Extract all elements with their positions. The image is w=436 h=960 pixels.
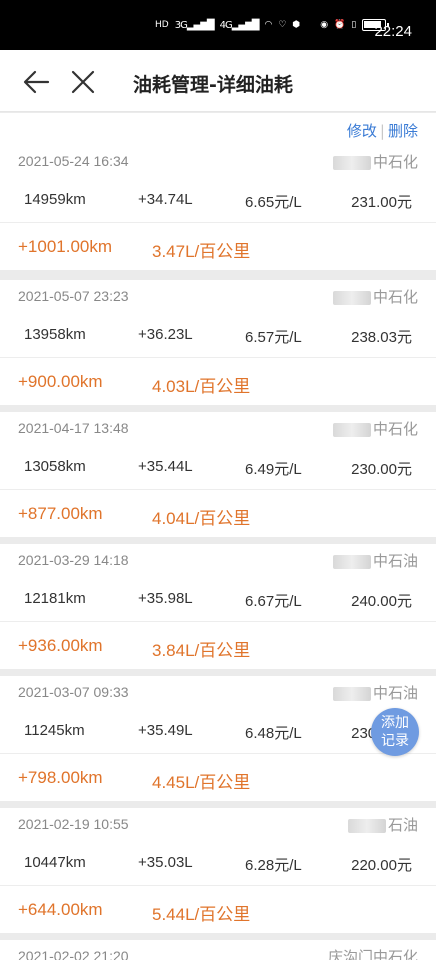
back-button[interactable]: [22, 68, 52, 96]
distance-driven: +1001.00km: [18, 237, 113, 256]
station-name: 中石化: [332, 151, 418, 172]
fuel-cost: 240.00元: [351, 593, 412, 610]
vibrate-icon: ▯: [351, 20, 357, 30]
distance-driven: +644.00km: [18, 900, 103, 919]
eye-icon: ◉: [320, 20, 329, 30]
fuel-volume: +35.03L: [138, 854, 193, 871]
station-name: 庆沟门中石化: [327, 948, 418, 960]
fuel-consumption: 4.04L/百公里: [152, 509, 251, 528]
station-name: 中石油: [332, 682, 418, 703]
record-date: 2021-02-02 21:20: [18, 948, 129, 960]
record-date: 2021-02-19 10:55: [18, 816, 129, 832]
fuel-price: 6.65元/L: [245, 194, 302, 211]
record-date: 2021-04-17 13:48: [18, 420, 129, 436]
page-title: 油耗管理-详细油耗: [133, 74, 293, 96]
odometer-value: 13058km: [24, 458, 86, 475]
station-name: 中石化: [332, 286, 418, 307]
fuel-volume: +35.44L: [138, 458, 193, 475]
fuel-cost: 231.00元: [351, 194, 412, 211]
fuel-consumption: 3.84L/百公里: [152, 641, 251, 660]
record-date: 2021-05-24 16:34: [18, 153, 129, 169]
clock: 22:24: [374, 23, 412, 40]
station-name: 石油: [347, 814, 418, 835]
fuel-consumption: 5.44L/百公里: [152, 905, 251, 924]
hd-icon: HD: [155, 20, 169, 30]
record-actions: 修改 | 删除: [346, 122, 418, 140]
fuel-price: 6.48元/L: [245, 725, 302, 742]
close-button[interactable]: [68, 67, 98, 97]
record-card[interactable]: 2021-03-29 14:18 中石油 12181km +35.98L 6.6…: [0, 544, 436, 669]
record-date: 2021-03-29 14:18: [18, 552, 129, 568]
nav-bar: 油耗管理-详细油耗: [0, 50, 436, 112]
distance-driven: +900.00km: [18, 372, 103, 391]
fuel-cost: 238.03元: [351, 329, 412, 346]
fuel-consumption: 4.45L/百公里: [152, 773, 251, 792]
fuel-volume: +35.98L: [138, 590, 193, 607]
status-icons: HD 3G▂▄▆█ 4G▂▄▆█ ◠ ♡ ⬢ ◉ ⏰ ▯: [155, 17, 390, 33]
status-bar: HD 3G▂▄▆█ 4G▂▄▆█ ◠ ♡ ⬢ ◉ ⏰ ▯ 22:24: [0, 0, 436, 50]
fuel-price: 6.57元/L: [245, 329, 302, 346]
fuel-price: 6.67元/L: [245, 593, 302, 610]
fuel-cost: 220.00元: [351, 857, 412, 874]
record-date: 2021-03-07 09:33: [18, 684, 129, 700]
close-icon: [71, 70, 95, 94]
record-list: 修改 | 删除 2021-05-24 16:34 中石化 14959km +34.7…: [0, 113, 436, 960]
signal-4g-icon: 4G▂▄▆█: [219, 19, 260, 31]
station-name: 中石化: [332, 418, 418, 439]
odometer-value: 12181km: [24, 590, 86, 607]
edit-button[interactable]: 修改: [347, 122, 377, 140]
delete-button[interactable]: 删除: [388, 122, 418, 140]
odometer-value: 11245km: [24, 722, 85, 739]
alarm-icon: ⏰: [334, 20, 346, 30]
fuel-volume: +34.74L: [138, 191, 193, 208]
fuel-price: 6.28元/L: [245, 857, 302, 874]
fuel-volume: +35.49L: [138, 722, 193, 739]
record-date: 2021-05-07 23:23: [18, 288, 129, 304]
station-name: 中石油: [332, 550, 418, 571]
fuel-volume: +36.23L: [138, 326, 193, 343]
record-card[interactable]: 修改 | 删除 2021-05-24 16:34 中石化 14959km +34.7…: [0, 113, 436, 270]
heart-icon: ♡: [278, 20, 287, 30]
record-card[interactable]: 2021-02-02 21:20 庆沟门中石化: [0, 940, 436, 960]
odometer-value: 10447km: [24, 854, 86, 871]
distance-driven: +877.00km: [18, 504, 103, 523]
record-card[interactable]: 2021-05-07 23:23 中石化 13958km +36.23L 6.5…: [0, 280, 436, 405]
fuel-consumption: 4.03L/百公里: [152, 377, 251, 396]
odometer-value: 13958km: [24, 326, 86, 343]
shield-icon: ⬢: [292, 20, 301, 30]
odometer-value: 14959km: [24, 191, 86, 208]
record-card[interactable]: 2021-02-19 10:55 石油 10447km +35.03L 6.28…: [0, 808, 436, 933]
fuel-price: 6.49元/L: [245, 461, 302, 478]
fuel-consumption: 3.47L/百公里: [152, 242, 251, 261]
distance-driven: +936.00km: [18, 636, 103, 655]
fuel-cost: 230.00元: [351, 461, 412, 478]
distance-driven: +798.00km: [18, 768, 103, 787]
add-record-button[interactable]: 添加 记录: [371, 708, 419, 756]
wifi-icon: ◠: [264, 20, 273, 30]
arrow-left-icon: [23, 70, 50, 94]
signal-3g-icon: 3G▂▄▆█: [174, 19, 215, 31]
record-card[interactable]: 2021-04-17 13:48 中石化 13058km +35.44L 6.4…: [0, 412, 436, 537]
